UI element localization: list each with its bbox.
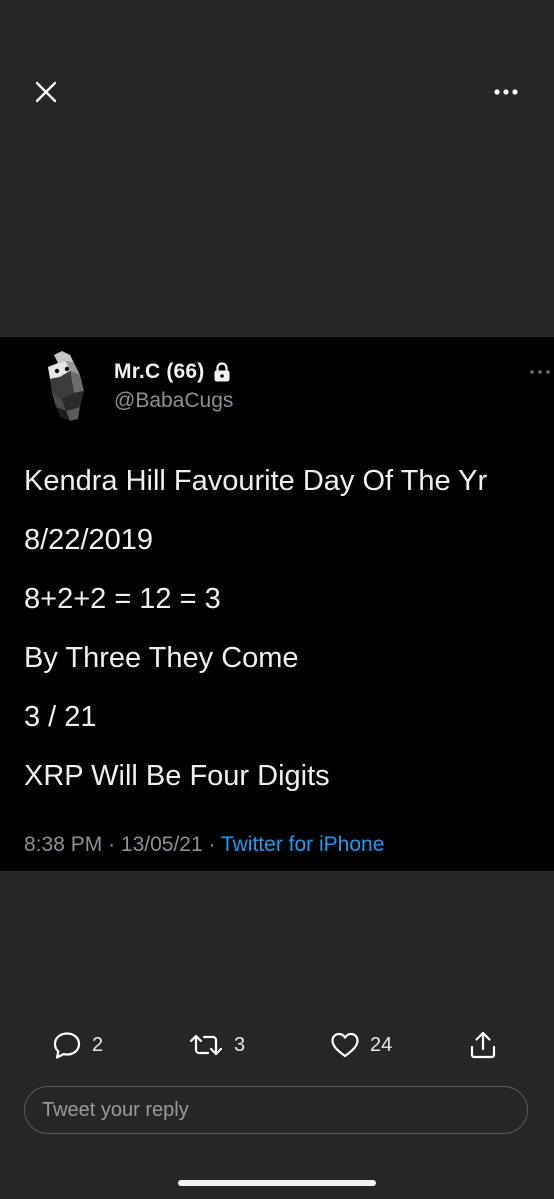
tweet-more-icon — [530, 370, 550, 374]
retweet-button[interactable]: 3 — [188, 1025, 245, 1065]
tweet-text-line: By Three They Come — [24, 642, 299, 674]
tweet-text-line: XRP Will Be Four Digits — [24, 760, 330, 792]
tweet-meta: 8:38 PM · 13/05/21 · Twitter for iPhone — [24, 833, 384, 857]
media-viewer-screen: Mr.C (66) @BabaCugs Kendra Hill Favourit… — [0, 0, 554, 1199]
heart-icon — [331, 1032, 359, 1058]
tweet-source: Twitter for iPhone — [220, 833, 385, 856]
more-options-button[interactable] — [488, 74, 524, 110]
meta-separator: · — [108, 833, 116, 856]
action-bar: 2 3 24 — [0, 1025, 554, 1065]
like-button[interactable]: 24 — [330, 1025, 392, 1065]
close-button[interactable] — [28, 74, 64, 110]
home-indicator[interactable] — [178, 1180, 376, 1186]
close-icon — [35, 81, 57, 103]
reply-count: 2 — [92, 1033, 104, 1056]
tweet-text-line: 8/22/2019 — [24, 524, 154, 556]
tweet-text-line: 3 / 21 — [24, 701, 97, 733]
retweet-count: 3 — [234, 1033, 246, 1056]
share-upload-icon — [470, 1031, 496, 1059]
reply-input[interactable]: Tweet your reply — [24, 1086, 528, 1134]
display-name: Mr.C (66) — [114, 360, 205, 383]
meta-separator: · — [208, 833, 216, 856]
reply-bubble-icon — [53, 1032, 81, 1059]
like-count: 24 — [370, 1033, 393, 1056]
reply-button[interactable]: 2 — [52, 1025, 103, 1065]
tweet-author-row: Mr.C (66) — [114, 360, 231, 384]
owl-avatar — [48, 351, 84, 421]
tweet-date: 13/05/21 — [120, 833, 203, 856]
share-button[interactable] — [468, 1025, 498, 1065]
tweet-body: Kendra Hill Favourite Day Of The Yr 8/22… — [24, 459, 544, 813]
tweet-time: 8:38 PM — [24, 833, 103, 856]
tweet-text-line: 8+2+2 = 12 = 3 — [24, 583, 221, 615]
more-horizontal-icon — [494, 89, 518, 95]
retweet-icon — [189, 1034, 223, 1056]
reply-placeholder: Tweet your reply — [42, 1098, 189, 1121]
user-handle: @BabaCugs — [114, 389, 234, 412]
tweet-text-line: Kendra Hill Favourite Day Of The Yr — [24, 465, 488, 497]
lock-icon — [214, 362, 229, 382]
